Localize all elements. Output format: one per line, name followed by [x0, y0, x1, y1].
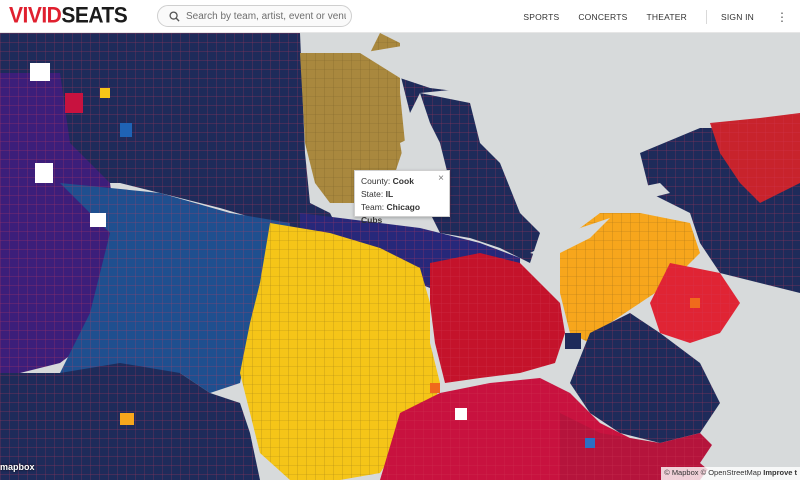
tooltip-state-row: State: IL — [361, 188, 443, 201]
search-input[interactable] — [186, 10, 346, 22]
vividseats-logo[interactable]: VIVIDSEATS — [9, 3, 128, 28]
search-box[interactable] — [157, 5, 352, 27]
county-value: Cook — [392, 176, 414, 186]
patch-orange-3[interactable] — [430, 383, 440, 393]
patch-white-1[interactable] — [30, 63, 50, 81]
lake-ontario — [610, 183, 670, 203]
logo-part-seats: SEATS — [61, 3, 128, 28]
nav-concerts[interactable]: CONCERTS — [578, 12, 627, 22]
patch-orange-1[interactable] — [120, 413, 134, 425]
nav-sign-in[interactable]: SIGN IN — [721, 12, 754, 22]
nav-theater[interactable]: THEATER — [647, 12, 687, 22]
county-label: County: — [361, 176, 391, 186]
county-map[interactable] — [0, 33, 800, 480]
patch-white-3[interactable] — [90, 213, 106, 227]
tooltip-close-button[interactable]: × — [438, 172, 444, 185]
logo-part-vivid: VIVID — [9, 3, 62, 28]
team-label: Team: — [361, 202, 385, 212]
nav-divider — [705, 9, 707, 24]
attribution-text[interactable]: © Mapbox © OpenStreetMap — [664, 468, 761, 477]
mapbox-logo[interactable]: mapbox — [0, 462, 35, 472]
patch-yellow-1[interactable] — [100, 88, 110, 98]
site-header: VIVIDSEATS SPORTS CONCERTS THEATER SIGN … — [0, 0, 800, 33]
county-tooltip: County: Cook State: IL Team: Chicago Cub… — [354, 170, 450, 225]
state-value: IL — [385, 189, 394, 199]
tooltip-county-row: County: Cook — [361, 175, 443, 188]
patch-white-2[interactable] — [35, 163, 53, 183]
patch-orange-2[interactable] — [690, 298, 700, 308]
patch-navy-1[interactable] — [565, 333, 581, 349]
state-label: State: — [361, 189, 384, 199]
improve-map-link[interactable]: Improve t — [763, 468, 797, 477]
search-icon — [169, 10, 180, 22]
patch-blue-2[interactable] — [585, 438, 595, 448]
top-nav: SPORTS CONCERTS THEATER SIGN IN ⋮ — [523, 0, 800, 33]
nav-sports[interactable]: SPORTS — [523, 12, 559, 22]
patch-blue-1[interactable] — [120, 123, 132, 137]
patch-red-1[interactable] — [65, 93, 83, 113]
fan-map[interactable]: County: Cook State: IL Team: Chicago Cub… — [0, 33, 800, 480]
map-attribution: © Mapbox © OpenStreetMap Improve t — [661, 467, 800, 480]
tooltip-team-row: Team: Chicago Cubs — [361, 201, 443, 227]
region-red-reds-county-borders — [430, 253, 565, 383]
patch-white-4[interactable] — [455, 408, 467, 420]
vertical-dots-icon[interactable]: ⋮ — [773, 11, 791, 23]
